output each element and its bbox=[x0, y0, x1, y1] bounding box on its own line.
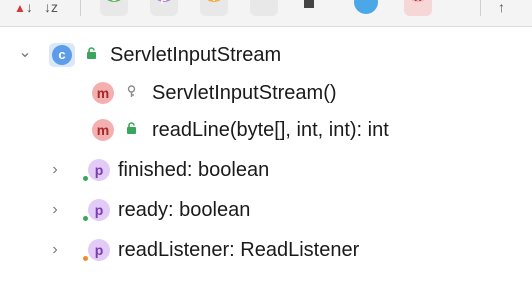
tree-node-label: ServletInputStream bbox=[110, 44, 282, 66]
filter-lambda-button[interactable]: λ bbox=[404, 0, 432, 16]
tree-node-root[interactable]: ⌄ c ServletInputStream bbox=[0, 38, 532, 71]
tree-node-label: ServletInputStream() bbox=[152, 82, 337, 104]
pin-icon[interactable]: ↑ bbox=[498, 0, 505, 14]
chevron-right-icon[interactable]: › bbox=[48, 202, 62, 218]
lambda-filter-icon: λ bbox=[406, 0, 430, 4]
tree-node-label: finished: boolean bbox=[118, 159, 270, 181]
tree-node-label: readLine(byte[], int, int): int bbox=[152, 119, 389, 141]
method-icon: m bbox=[92, 82, 114, 104]
interface-filter-icon: i bbox=[202, 0, 226, 4]
tree-node-property[interactable]: › p finished: boolean bbox=[0, 153, 532, 186]
tree-node-method[interactable]: m ServletInputStream() bbox=[0, 76, 532, 109]
method-icon: m bbox=[92, 119, 114, 141]
tree-node-label: ready: boolean bbox=[118, 199, 251, 221]
black-square-filter-icon[interactable] bbox=[304, 0, 314, 8]
chevron-down-icon[interactable]: ⌄ bbox=[18, 45, 32, 61]
toolbar-divider bbox=[480, 0, 481, 16]
filter-class-button[interactable]: c bbox=[100, 0, 128, 16]
class-filter-icon: c bbox=[102, 0, 126, 4]
tree-node-label: readListener: ReadListener bbox=[118, 239, 360, 261]
public-access-dot bbox=[83, 216, 88, 221]
property-filter-icon: p bbox=[152, 0, 176, 4]
tree-node-property[interactable]: › p ready: boolean bbox=[0, 193, 532, 226]
tree-node-property[interactable]: › p readListener: ReadListener bbox=[0, 233, 532, 266]
public-lock-icon bbox=[127, 122, 136, 134]
sort-by-type-icon[interactable]: ▲↓ bbox=[14, 0, 33, 15]
toolbar-divider bbox=[80, 0, 81, 16]
structure-toolbar: ▲↓ ↓z c p i λ ↑ bbox=[0, 0, 532, 27]
filter-interface-button[interactable]: i bbox=[200, 0, 228, 16]
package-access-dot bbox=[83, 256, 88, 261]
property-icon: p bbox=[88, 239, 110, 261]
chevron-right-icon[interactable]: › bbox=[48, 242, 62, 258]
property-icon: p bbox=[88, 159, 110, 181]
sort-alphabetically-icon[interactable]: ↓z bbox=[44, 0, 58, 14]
filter-field-button[interactable] bbox=[250, 0, 278, 16]
property-icon: p bbox=[88, 199, 110, 221]
protected-key-icon bbox=[127, 85, 136, 97]
class-icon: c bbox=[52, 45, 72, 65]
public-access-dot bbox=[83, 176, 88, 181]
filter-property-button[interactable]: p bbox=[150, 0, 178, 16]
public-lock-icon bbox=[87, 47, 96, 59]
chevron-right-icon[interactable]: › bbox=[48, 162, 62, 178]
blue-circle-filter-icon[interactable] bbox=[354, 0, 378, 14]
tree-node-method[interactable]: m readLine(byte[], int, int): int bbox=[0, 113, 532, 146]
